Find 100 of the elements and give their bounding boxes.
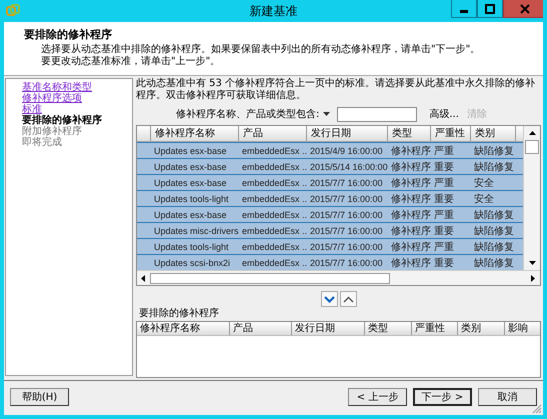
vertical-scrollbar[interactable]	[523, 126, 540, 270]
table-cell-text: Updates tools-light	[153, 194, 230, 204]
minimize-button[interactable]	[451, 0, 477, 18]
dialog-button[interactable]: < 上一步	[348, 388, 407, 406]
table-row[interactable]: Updates misc-drivers embeddedEsx .. 2015/7/7 16:00:00 修补程序 重要 缺陷修复	[137, 222, 523, 238]
close-icon	[520, 4, 530, 14]
table-cell-text: 严重	[433, 240, 455, 254]
table-cell-text: embeddedEsx ..	[241, 146, 307, 156]
dialog-button[interactable]: 取消	[478, 388, 537, 406]
dialog-button[interactable]: 帮助(H)	[10, 388, 69, 406]
scrollbar-thumb[interactable]	[150, 272, 390, 284]
table-cell-text: Updates esx-base	[153, 178, 228, 188]
column-header[interactable]: 修补程序名称	[137, 322, 230, 335]
column-header[interactable]: 类型	[365, 322, 412, 335]
table-cell-text: 2015/5/14 16:00:00	[309, 162, 388, 172]
scrollbar-thumb[interactable]	[525, 140, 539, 154]
table-row[interactable]: Updates esx-base embeddedEsx .. 2015/7/7 16:00:00 修补程序 严重 缺陷修复	[137, 206, 523, 222]
column-header[interactable]: 产品	[239, 126, 307, 141]
close-button[interactable]	[503, 0, 543, 18]
filter-label: 修补程序名称、产品或类型包含:	[176, 108, 320, 121]
sidebar-item: 要排除的修补程序	[22, 115, 103, 126]
sidebar-item: 附加修补程序	[22, 126, 83, 137]
table-cell-text: 2015/7/7 16:00:00	[309, 194, 384, 204]
table-cell-text: 2015/7/7 16:00:00	[309, 178, 384, 188]
section-label: 要排除的修补程序	[138, 308, 220, 320]
advanced-link[interactable]: 高级...	[429, 107, 459, 121]
column-header[interactable]: 类型	[388, 126, 431, 141]
sidebar-item[interactable]: 修补程序选项	[22, 93, 132, 104]
table-cell-text: 缺陷修复	[473, 208, 515, 222]
table-cell-text: 修补程序	[390, 160, 431, 174]
table-cell-text: 缺陷修复	[473, 160, 515, 174]
page-title: 要排除的修补程序	[24, 27, 113, 42]
column-header[interactable]: 严重性	[431, 126, 471, 141]
chevron-down-icon	[324, 296, 334, 302]
description-text: 要更改动态基准标准，请单击"上一步"。	[40, 56, 222, 68]
column-header[interactable]: 发行日期	[307, 126, 388, 141]
table-cell-text: 严重	[433, 144, 455, 158]
move-up-button[interactable]	[340, 291, 356, 307]
app-icon	[6, 4, 20, 18]
table-cell-text: embeddedEsx ..	[241, 210, 307, 220]
horizontal-scrollbar[interactable]	[137, 270, 540, 285]
table-cell-text: 缺陷修复	[473, 240, 515, 254]
maximize-icon	[485, 4, 495, 14]
scroll-down-icon	[528, 261, 536, 266]
table-row[interactable]: Updates esx-base embeddedEsx .. 2015/5/14 16:00:00 修补程序 重要 缺陷修复	[137, 158, 523, 174]
table-cell-text: 2015/7/7 16:00:00	[309, 242, 384, 252]
intro-text: 此动态基准中有 53 个修补程序符合上一页中的标准。请选择要从此基准中永久排除的修补程序。双击修补程序可获取详细信息。	[136, 78, 536, 103]
column-header[interactable]: 类别	[458, 322, 505, 335]
table-cell-text: embeddedEsx ..	[241, 242, 307, 252]
table-cell-text: 缺陷修复	[473, 224, 515, 238]
table-row[interactable]: Updates esx-base embeddedEsx .. 2015/7/7 16:00:00 修补程序 严重 安全	[137, 174, 523, 190]
column-header[interactable]: 影响	[505, 322, 538, 335]
column-header[interactable]: 类别	[471, 126, 516, 141]
table-cell-text: Updates esx-base	[153, 146, 228, 156]
table-cell-text: embeddedEsx ..	[241, 258, 307, 268]
dialog-button[interactable]: 下一步 >	[413, 388, 472, 406]
resize-grip-icon	[532, 404, 542, 414]
table-cell-text: Updates esx-base	[153, 162, 228, 172]
scroll-left-icon	[141, 274, 146, 282]
column-header[interactable]: 发行日期	[292, 322, 365, 335]
table-cell-text: 缺陷修复	[473, 144, 515, 158]
table-cell-text: 重要	[433, 256, 455, 270]
table-cell-text: embeddedEsx ..	[241, 162, 307, 172]
search-field[interactable]	[337, 106, 418, 122]
column-header[interactable]: 产品	[230, 322, 292, 335]
table-cell-text: embeddedEsx ..	[241, 178, 307, 188]
table-cell-text: 2015/7/7 16:00:00	[309, 258, 384, 268]
table-cell-text: 2015/7/7 16:00:00	[309, 226, 384, 236]
move-down-button[interactable]	[320, 291, 338, 307]
table-cell-text: 修补程序	[390, 176, 431, 190]
table-cell-text: 修补程序	[390, 208, 431, 222]
table-cell-text: Updates scsi-bnx2i	[153, 258, 232, 268]
sidebar-item: 即将完成	[22, 137, 63, 148]
sidebar-item[interactable]: 标准	[22, 104, 132, 115]
table-cell-text: embeddedEsx ..	[241, 194, 307, 204]
window-title: 新建基准	[248, 2, 298, 20]
table-cell-text: 修补程序	[390, 240, 431, 254]
scroll-up-icon	[528, 131, 536, 136]
table-row[interactable]: Updates esx-base embeddedEsx .. 2015/4/9 16:00:00 修补程序 严重 缺陷修复	[137, 142, 523, 158]
dropdown-icon	[323, 112, 330, 116]
column-header[interactable]: 严重性	[412, 322, 458, 335]
table-cell-text: 缺陷修复	[473, 256, 515, 270]
table-cell-text: 修补程序	[390, 256, 431, 270]
table-cell-text: 修补程序	[390, 224, 431, 238]
table-cell-text: Updates tools-light	[153, 242, 230, 252]
description-text: 选择要从动态基准中排除的修补程序。如果要保留表中列出的所有动态修补程序，请单击"下一步"。	[40, 44, 482, 56]
table-row[interactable]: Updates tools-light embeddedEsx .. 2015/7/7 16:00:00 修补程序 重要 安全	[137, 190, 523, 206]
scroll-right-icon	[531, 274, 536, 282]
sidebar-item[interactable]: 基准名称和类型	[22, 82, 132, 93]
table-cell-text: 修补程序	[390, 192, 431, 206]
minimize-icon	[460, 10, 468, 12]
table-row[interactable]: Updates scsi-bnx2i embeddedEsx .. 2015/7/7 16:00:00 修补程序 重要 缺陷修复	[137, 254, 523, 270]
column-header[interactable]: 修补程序名称	[151, 126, 239, 141]
table-cell-text: 严重	[433, 176, 455, 190]
table-cell-text: 重要	[433, 160, 455, 174]
table-cell-text: 安全	[473, 192, 495, 206]
table-row[interactable]: Updates tools-light embeddedEsx .. 2015/7/7 16:00:00 修补程序 严重 缺陷修复	[137, 238, 523, 254]
table-cell-text: 重要	[433, 224, 455, 238]
table-cell-text: Updates misc-drivers	[153, 226, 239, 236]
table-cell-text: embeddedEsx ..	[241, 226, 307, 236]
